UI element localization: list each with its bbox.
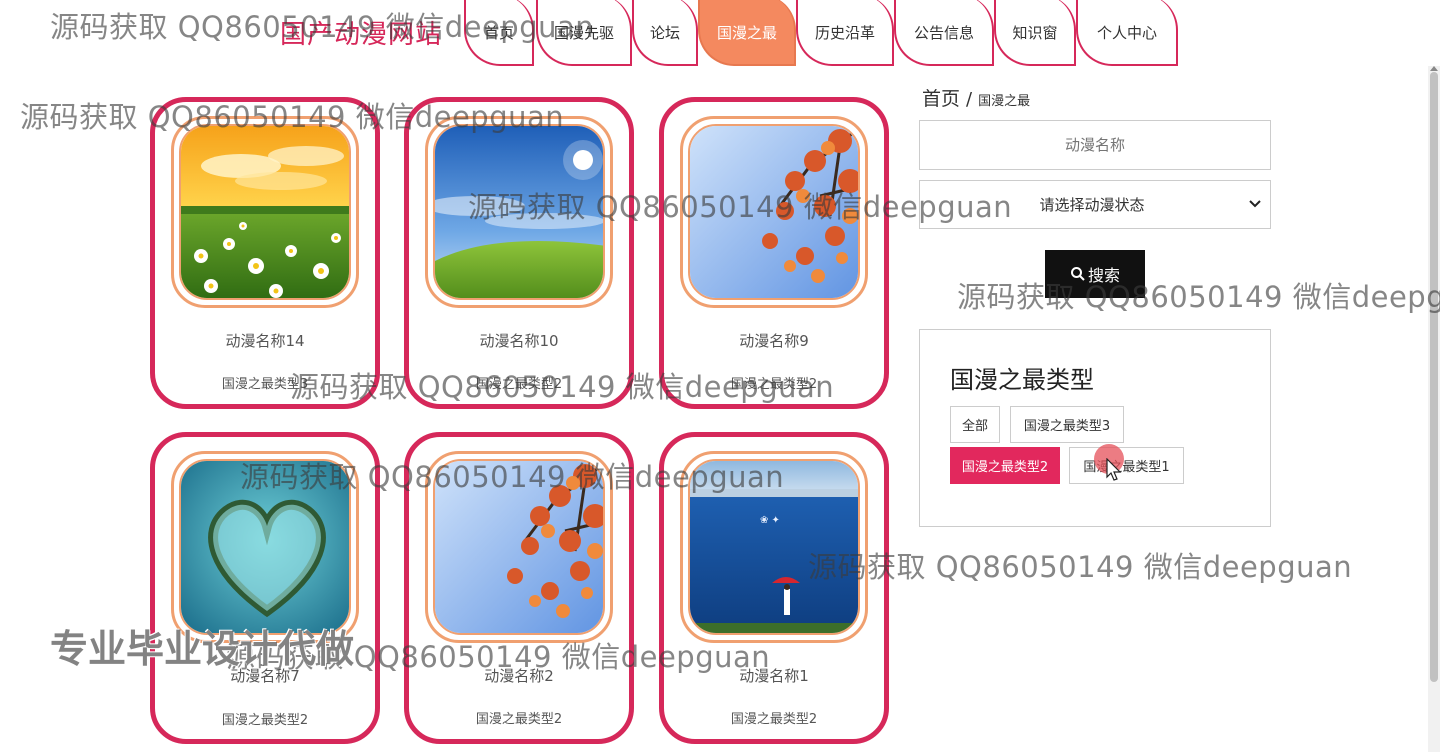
card-type: 国漫之最类型2 (475, 712, 563, 727)
anime-card[interactable]: 动漫名称10 国漫之最类型2 (404, 97, 634, 409)
card-type: 国漫之最类型3 (221, 377, 309, 392)
heart-island-image (181, 461, 349, 633)
tag-type-3[interactable]: 国漫之最类型3 (1010, 406, 1124, 443)
card-image-frame (425, 116, 613, 308)
green-hill-image (435, 126, 603, 298)
page: 国产动漫网站 首页 国漫先驱 论坛 国漫之最 历史沿革 公告信息 知识窗 个人中… (0, 0, 1440, 752)
breadcrumb: 首页 / 国漫之最 (922, 84, 1030, 111)
nav-item-home[interactable]: 首页 (464, 0, 534, 66)
nav-item-announcements[interactable]: 公告信息 (894, 0, 994, 66)
card-image[interactable] (179, 124, 351, 300)
card-image-frame (171, 451, 359, 643)
scrollbar-thumb[interactable] (1430, 72, 1438, 682)
card-name[interactable]: 动漫名称1 (664, 665, 884, 686)
card-image[interactable] (433, 124, 605, 300)
cursor-arrow-icon (1106, 457, 1124, 482)
card-name[interactable]: 动漫名称2 (409, 665, 629, 686)
maple-sky-image (435, 461, 603, 633)
site-logo[interactable]: 国产动漫网站 (280, 14, 442, 51)
search-icon (1070, 266, 1086, 282)
lake-umbrella-image: ❀ ✦ (690, 461, 858, 633)
daisy-field-image (181, 126, 349, 298)
main-nav: 国产动漫网站 首页 国漫先驱 论坛 国漫之最 历史沿革 公告信息 知识窗 个人中… (0, 0, 1440, 66)
svg-text:❀ ✦: ❀ ✦ (760, 515, 780, 526)
card-name[interactable]: 动漫名称10 (409, 330, 629, 351)
nav-item-knowledge[interactable]: 知识窗 (994, 0, 1076, 66)
card-type: 国漫之最类型2 (730, 377, 818, 392)
chevron-down-icon (1240, 198, 1270, 211)
search-button[interactable]: 搜索 (1045, 250, 1145, 298)
nav-item-history[interactable]: 历史沿革 (796, 0, 894, 66)
anime-card[interactable]: 动漫名称2 国漫之最类型2 (404, 432, 634, 744)
card-name[interactable]: 动漫名称9 (664, 330, 884, 351)
watermark-text: 源码获取 QQ86050149 微信deepg (957, 280, 1440, 314)
tag-all[interactable]: 全部 (950, 406, 1000, 443)
card-image[interactable]: ❀ ✦ (688, 459, 860, 635)
card-type: 国漫之最类型2 (475, 377, 563, 392)
type-filter-title: 国漫之最类型 (950, 366, 1094, 394)
nav-item-best[interactable]: 国漫之最 (698, 0, 796, 66)
card-image-frame (680, 116, 868, 308)
nav-item-forum[interactable]: 论坛 (632, 0, 698, 66)
breadcrumb-home[interactable]: 首页 (922, 84, 960, 111)
breadcrumb-current: 国漫之最 (978, 94, 1031, 109)
nav-item-profile[interactable]: 个人中心 (1076, 0, 1178, 66)
nav-item-pioneers[interactable]: 国漫先驱 (536, 0, 632, 66)
page-scrollbar[interactable] (1428, 66, 1440, 752)
scroll-up-icon[interactable] (1430, 66, 1438, 71)
card-image-frame: ❀ ✦ (680, 451, 868, 643)
anime-card[interactable]: 动漫名称14 国漫之最类型3 (150, 97, 380, 409)
card-image[interactable] (433, 459, 605, 635)
card-type: 国漫之最类型2 (730, 712, 818, 727)
status-select[interactable]: 请选择动漫状态 (919, 180, 1271, 229)
breadcrumb-separator: / (966, 89, 973, 110)
card-image-frame (425, 451, 613, 643)
anime-name-input[interactable] (919, 120, 1271, 170)
anime-card[interactable]: ❀ ✦ 动漫名称1 国漫之最类型2 (659, 432, 889, 744)
card-name[interactable]: 动漫名称14 (155, 330, 375, 351)
card-name-overlay[interactable]: 动漫名称7 (150, 665, 380, 686)
card-image[interactable] (688, 124, 860, 300)
type-filter-panel: 国漫之最类型 全部 国漫之最类型3 国漫之最类型2 国漫之最类型1 (919, 329, 1271, 527)
maple-sky-image (690, 126, 858, 298)
tag-type-2[interactable]: 国漫之最类型2 (950, 447, 1060, 484)
card-type-overlay: 国漫之最类型2 (221, 713, 309, 728)
card-image[interactable] (179, 459, 351, 635)
anime-card[interactable] (150, 432, 380, 744)
status-select-value: 请选择动漫状态 (1039, 196, 1145, 214)
search-button-label: 搜索 (1087, 266, 1120, 285)
card-image-frame (171, 116, 359, 308)
anime-card[interactable]: 动漫名称9 国漫之最类型2 (659, 97, 889, 409)
watermark-text: 源码获取 QQ86050149 微信deepguan (808, 550, 1353, 584)
tag-type-1[interactable]: 国漫之最类型1 (1069, 447, 1184, 484)
